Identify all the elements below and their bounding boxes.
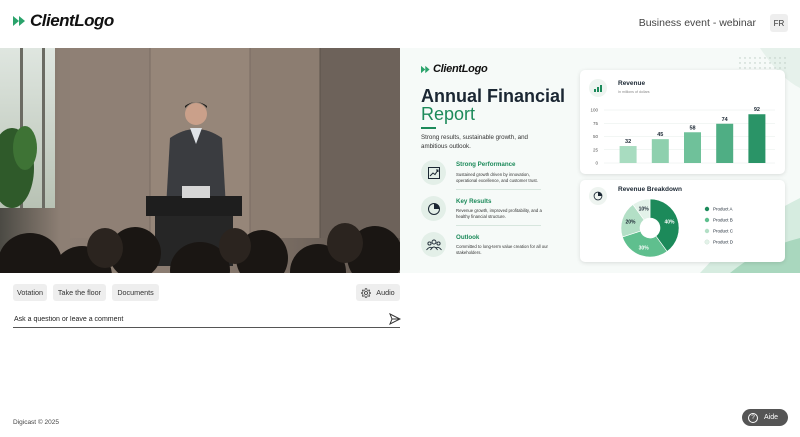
question-input[interactable] [13,311,383,327]
presentation-slide: ClientLogo Annual Financial Report Stron… [400,48,800,273]
audio-button-label: Audio [376,288,395,297]
revenue-bar [716,123,734,163]
revenue-breakdown-card: Revenue Breakdown 40% 30% 20% 10% Product AP… [580,180,785,262]
revenue-bar-chart: 0 25 50 75 100 32 45 58 74 92 [590,107,775,166]
legend-label: Product C [713,229,734,234]
item-description: Committed to long-term value creation fo… [456,244,548,255]
y-tick-label: 0 [595,161,598,166]
legend-label: Product D [713,240,734,245]
y-tick-label: 100 [590,108,598,113]
question-bar [13,311,401,328]
bar-value-label: 58 [689,125,695,131]
video-player[interactable] [0,48,400,273]
legend-swatch [704,239,710,245]
pie-icon [421,196,446,221]
bar-value-label: 74 [722,117,729,123]
votation-button[interactable]: Votation [13,284,47,301]
legend-swatch [704,217,710,223]
language-button[interactable]: FR [770,14,788,32]
client-logo: ClientLogo [13,11,114,31]
title-underline [421,127,436,129]
revenue-bar [619,146,637,163]
question-mark-icon: ? [748,412,758,423]
item-divider [456,225,541,226]
take-floor-button[interactable]: Take the floor [53,284,106,301]
bar-value-label: 45 [657,132,663,138]
item-description: Revenue growth, improved profitability, … [456,208,542,219]
legend-swatch [704,228,710,234]
help-button[interactable]: ? Aide [742,409,788,426]
logo-arrows-icon [13,16,25,26]
slice-percent-label: 40% [664,219,675,225]
slide-logo-text: ClientLogo [433,63,488,75]
item-title: Outlook [456,234,480,241]
y-tick-label: 75 [593,121,599,126]
help-button-label: Aide [764,414,779,421]
slice-percent-label: 10% [639,206,650,212]
logo-text: ClientLogo [30,11,114,30]
item-title: Strong Performance [456,161,516,168]
revenue-donut-chart: 40% 30% 20% 10% Product A Product B Product C P… [620,198,734,258]
item-divider [456,189,541,190]
slide-title-line2: Report [421,104,476,124]
slide-logo: ClientLogo [421,63,488,75]
revenue-bar [748,114,766,163]
bar-value-label: 32 [625,139,631,145]
event-title: Business event - webinar [638,17,756,29]
documents-button[interactable]: Documents [112,284,159,301]
revenue-bar [684,132,701,163]
y-tick-label: 25 [593,147,599,152]
item-title: Key Results [456,198,492,205]
y-tick-label: 50 [593,134,599,139]
trend-up-icon [421,160,446,185]
video-frame [0,48,400,273]
audio-button[interactable]: Audio [356,284,400,301]
bar-value-label: 92 [754,107,760,113]
app-header: ClientLogo Business event - webinar FR [0,0,800,46]
legend-swatch [704,206,710,212]
send-icon[interactable] [389,313,401,325]
logo-arrows-icon [421,65,430,73]
slice-percent-label: 20% [625,219,636,225]
legend-label: Product B [713,218,733,223]
slice-percent-label: 30% [639,245,650,251]
revenue-card: Revenue In millions of dollars 0 25 50 75 10… [580,70,785,174]
legend-label: Product A [713,207,733,212]
footer-copyright: Digicast © 2025 [13,419,59,426]
people-icon [421,232,446,257]
revenue-bar [651,139,669,163]
slide-subtitle: Strong results, sustainable growth, and … [421,134,528,150]
gear-icon [361,287,372,298]
item-description: Sustained growth driven by innovation, o… [456,172,538,183]
